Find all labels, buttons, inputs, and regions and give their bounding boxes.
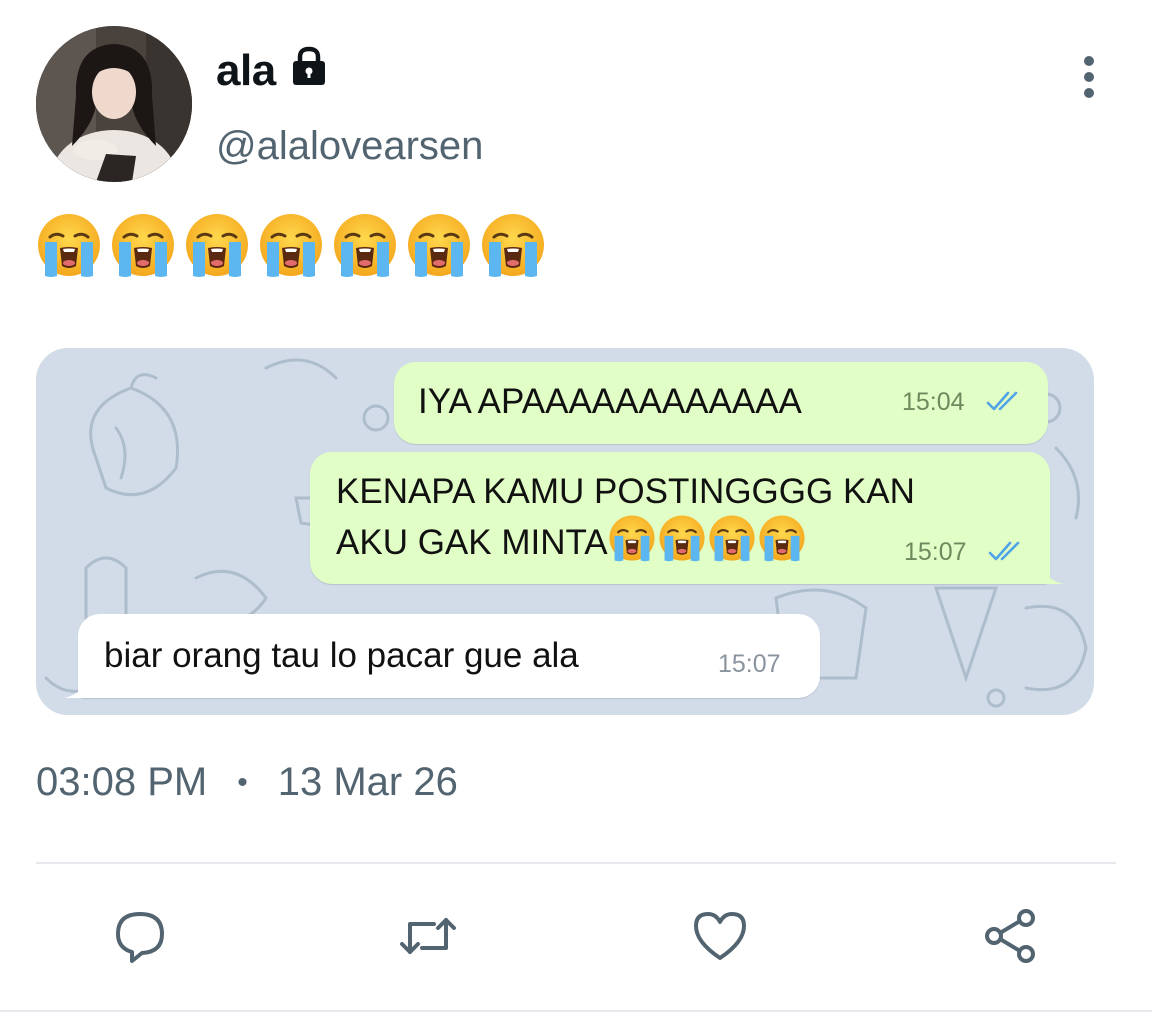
message-time: 15:07: [718, 650, 781, 678]
tweet-date[interactable]: 13 Mar 26: [278, 760, 458, 805]
reply-icon[interactable]: [110, 906, 170, 966]
more-options-icon[interactable]: [1072, 52, 1106, 102]
loudly-crying-face-icon: [757, 514, 806, 562]
message-text: IYA APAAAAAAAAAAAA: [418, 382, 802, 421]
loudly-crying-face-icon: [258, 212, 324, 278]
lock-icon: [293, 46, 325, 85]
tweet-time[interactable]: 03:08 PM: [36, 760, 207, 805]
double-check-read-icon: [988, 541, 1020, 561]
meta-separator: •: [237, 765, 248, 799]
loudly-crying-face-icon: [406, 212, 472, 278]
loudly-crying-face-icon: [36, 212, 102, 278]
loudly-crying-face-icon: [607, 514, 656, 562]
message-text: biar orang tau lo pacar gue ala: [104, 636, 579, 675]
avatar[interactable]: [36, 26, 192, 182]
heart-icon[interactable]: [690, 906, 750, 966]
chat-message-outgoing: IYA APAAAAAAAAAAAA 15:04: [394, 362, 1048, 444]
loudly-crying-face-icon: [707, 514, 756, 562]
tweet-meta: 03:08 PM • 13 Mar 26: [36, 760, 458, 805]
loudly-crying-face-icon: [480, 212, 546, 278]
chat-message-incoming: biar orang tau lo pacar gue ala 15:07: [64, 614, 820, 698]
message-time: 15:07: [904, 538, 967, 566]
message-text: KENAPA KAMU POSTINGGGG KAN AKU GAK MINTA: [336, 470, 915, 565]
display-name[interactable]: ala: [216, 46, 276, 96]
bubble-tail: [1042, 562, 1064, 584]
loudly-crying-face-icon: [657, 514, 706, 562]
loudly-crying-face-icon: [110, 212, 176, 278]
tweet-text: [36, 212, 546, 278]
user-handle[interactable]: @alalovearsen: [216, 124, 483, 169]
share-icon[interactable]: [980, 906, 1040, 966]
bubble-tail: [64, 676, 86, 698]
divider: [36, 862, 1116, 864]
avatar-image: [36, 26, 192, 182]
loudly-crying-face-icon: [332, 212, 398, 278]
loudly-crying-face-icon: [184, 212, 250, 278]
chat-message-outgoing: KENAPA KAMU POSTINGGGG KAN AKU GAK MINTA…: [310, 452, 1064, 584]
bottom-divider: [0, 1010, 1152, 1012]
double-check-read-icon: [986, 391, 1018, 411]
message-time: 15:04: [902, 388, 965, 416]
retweet-icon[interactable]: [398, 906, 458, 966]
